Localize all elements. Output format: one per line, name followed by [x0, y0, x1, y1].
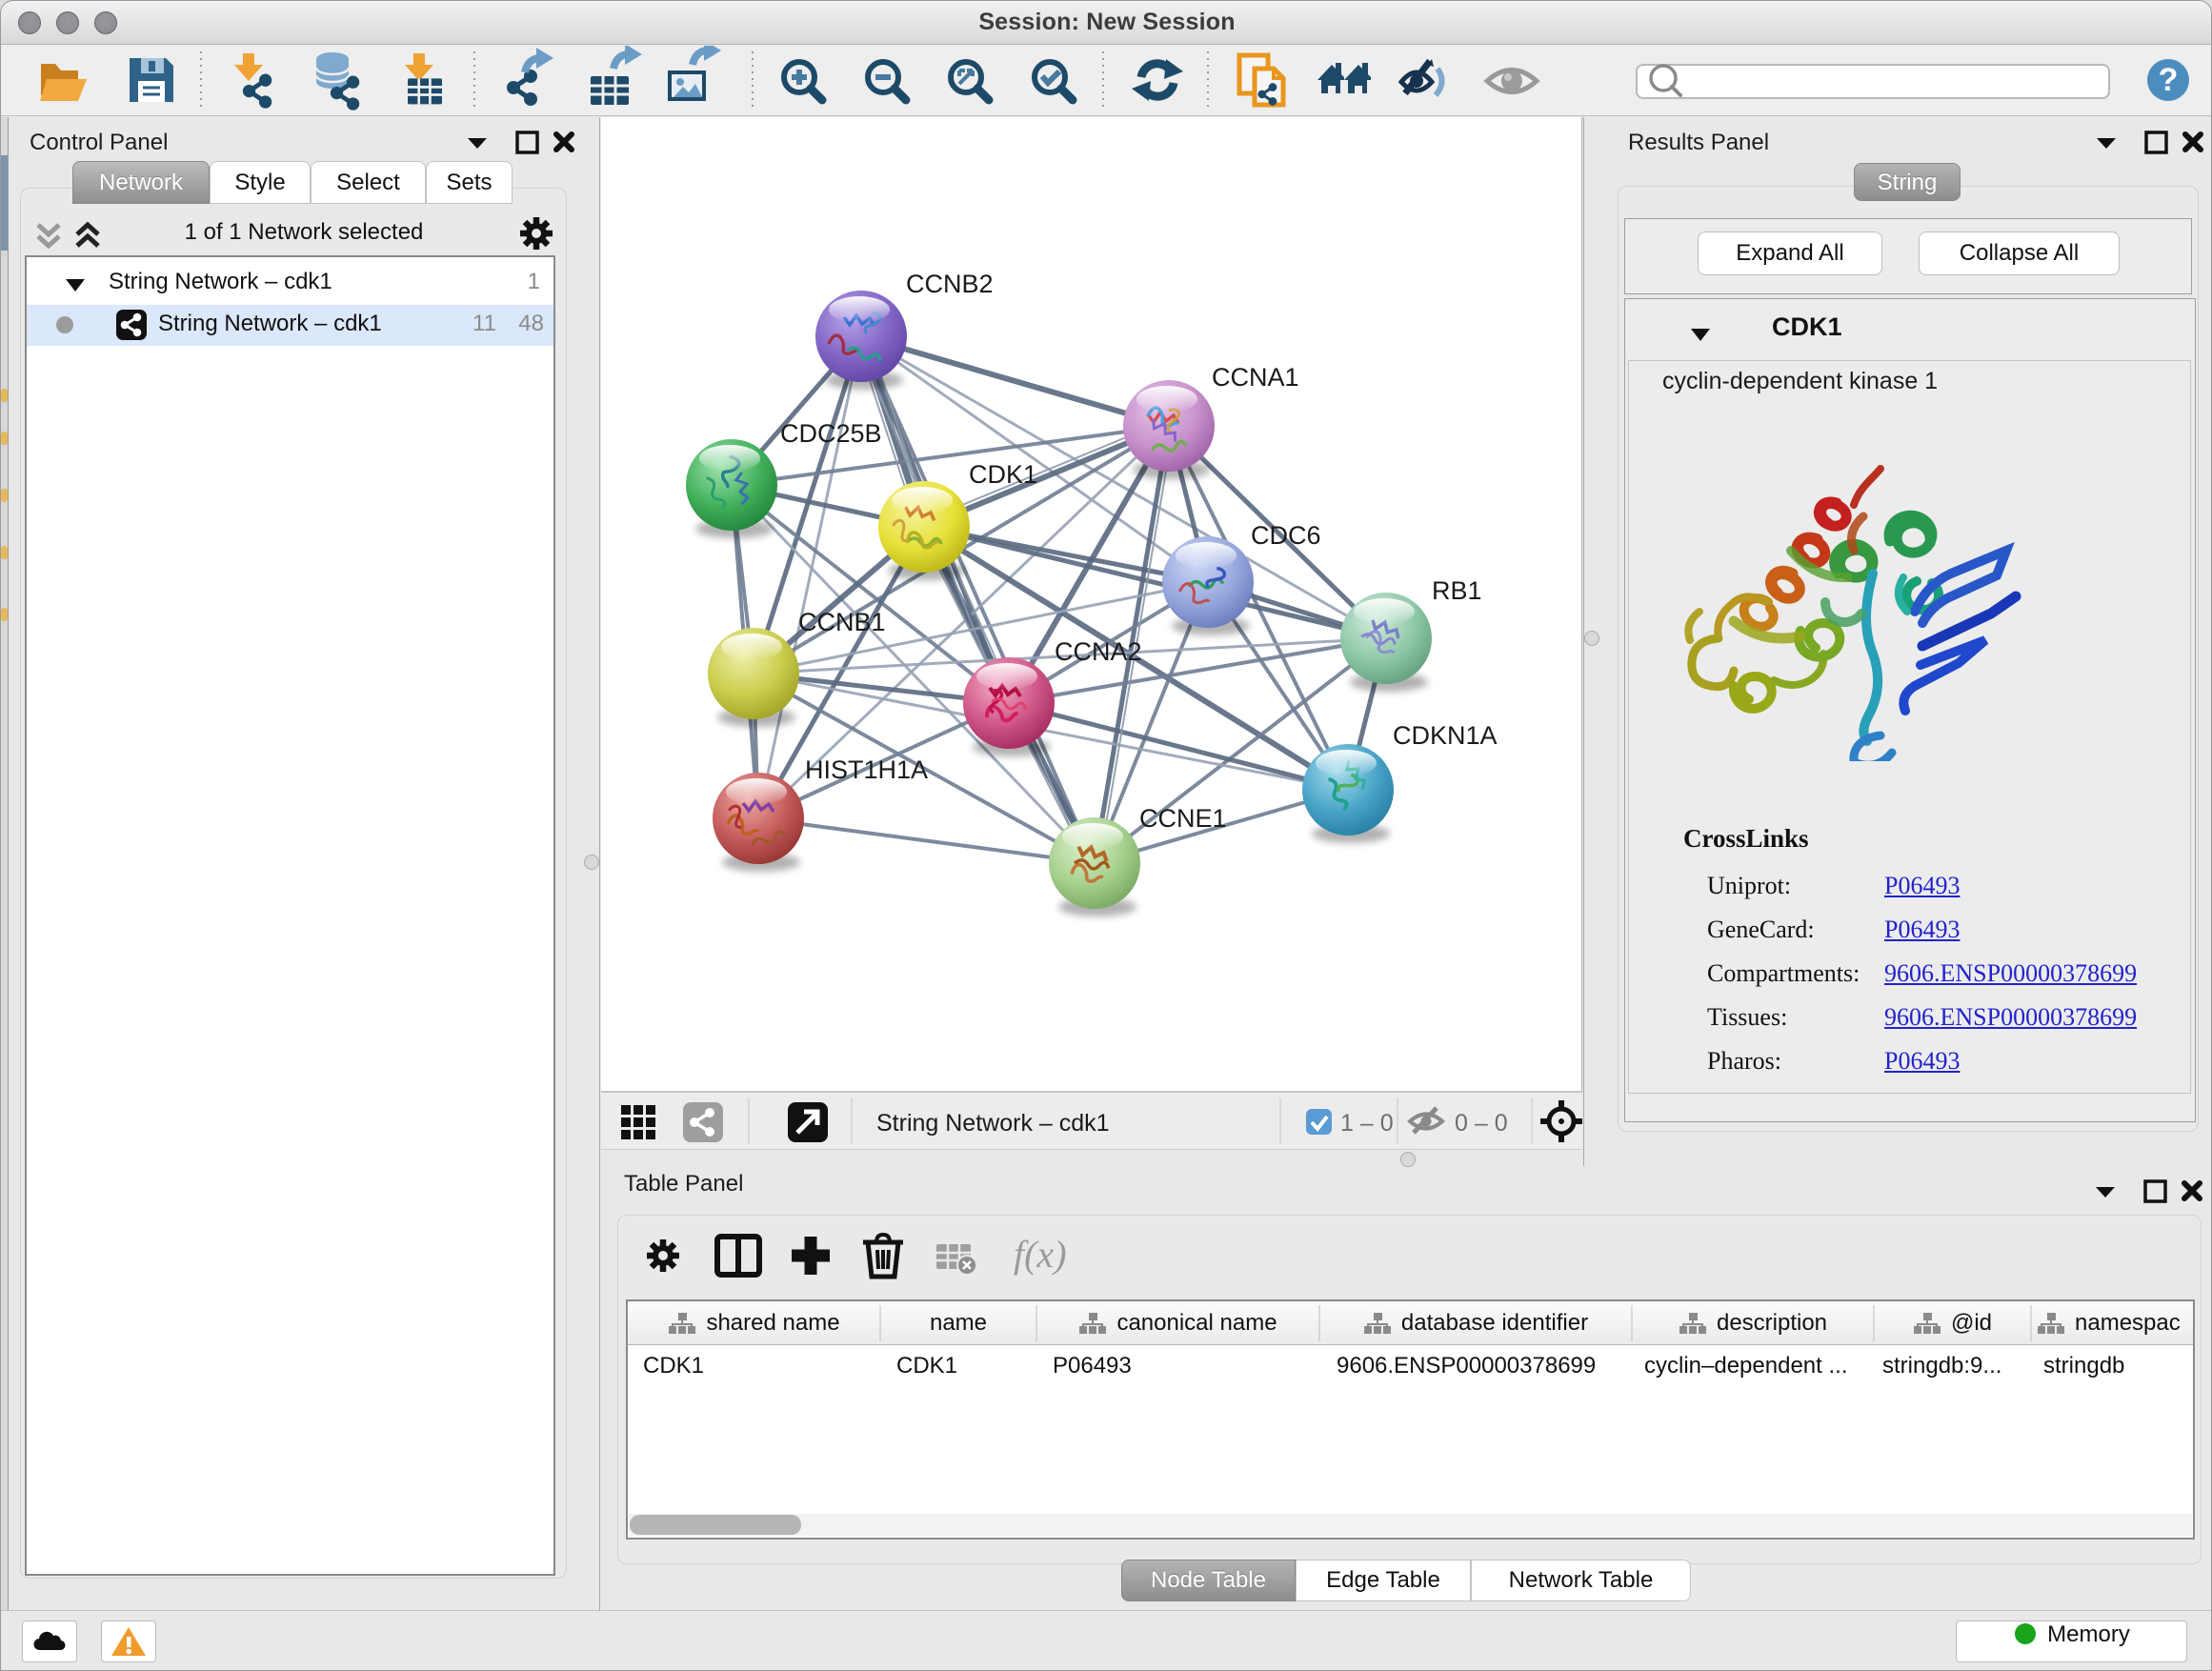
- svg-text:0 – 0: 0 – 0: [1455, 1110, 1508, 1137]
- svg-text:CCNB1: CCNB1: [798, 608, 886, 636]
- svg-text:?: ?: [2159, 62, 2179, 98]
- svg-text:String Network – cdk1: String Network – cdk1: [876, 1110, 1110, 1137]
- svg-text:CDK1: CDK1: [969, 460, 1037, 489]
- svg-text:1 – 0: 1 – 0: [1340, 1110, 1394, 1137]
- svg-text:HIST1H1A: HIST1H1A: [805, 755, 928, 784]
- svg-text:CDC25B: CDC25B: [780, 419, 882, 448]
- svg-text:CCNA2: CCNA2: [1055, 637, 1142, 666]
- svg-text:CDC6: CDC6: [1251, 521, 1321, 550]
- svg-text:CCNE1: CCNE1: [1139, 804, 1227, 833]
- svg-text:CDKN1A: CDKN1A: [1393, 721, 1498, 750]
- svg-text:CCNB2: CCNB2: [906, 270, 994, 298]
- svg-text:f(x): f(x): [1014, 1233, 1067, 1276]
- svg-text:RB1: RB1: [1432, 576, 1482, 605]
- svg-text:CCNA1: CCNA1: [1212, 363, 1299, 392]
